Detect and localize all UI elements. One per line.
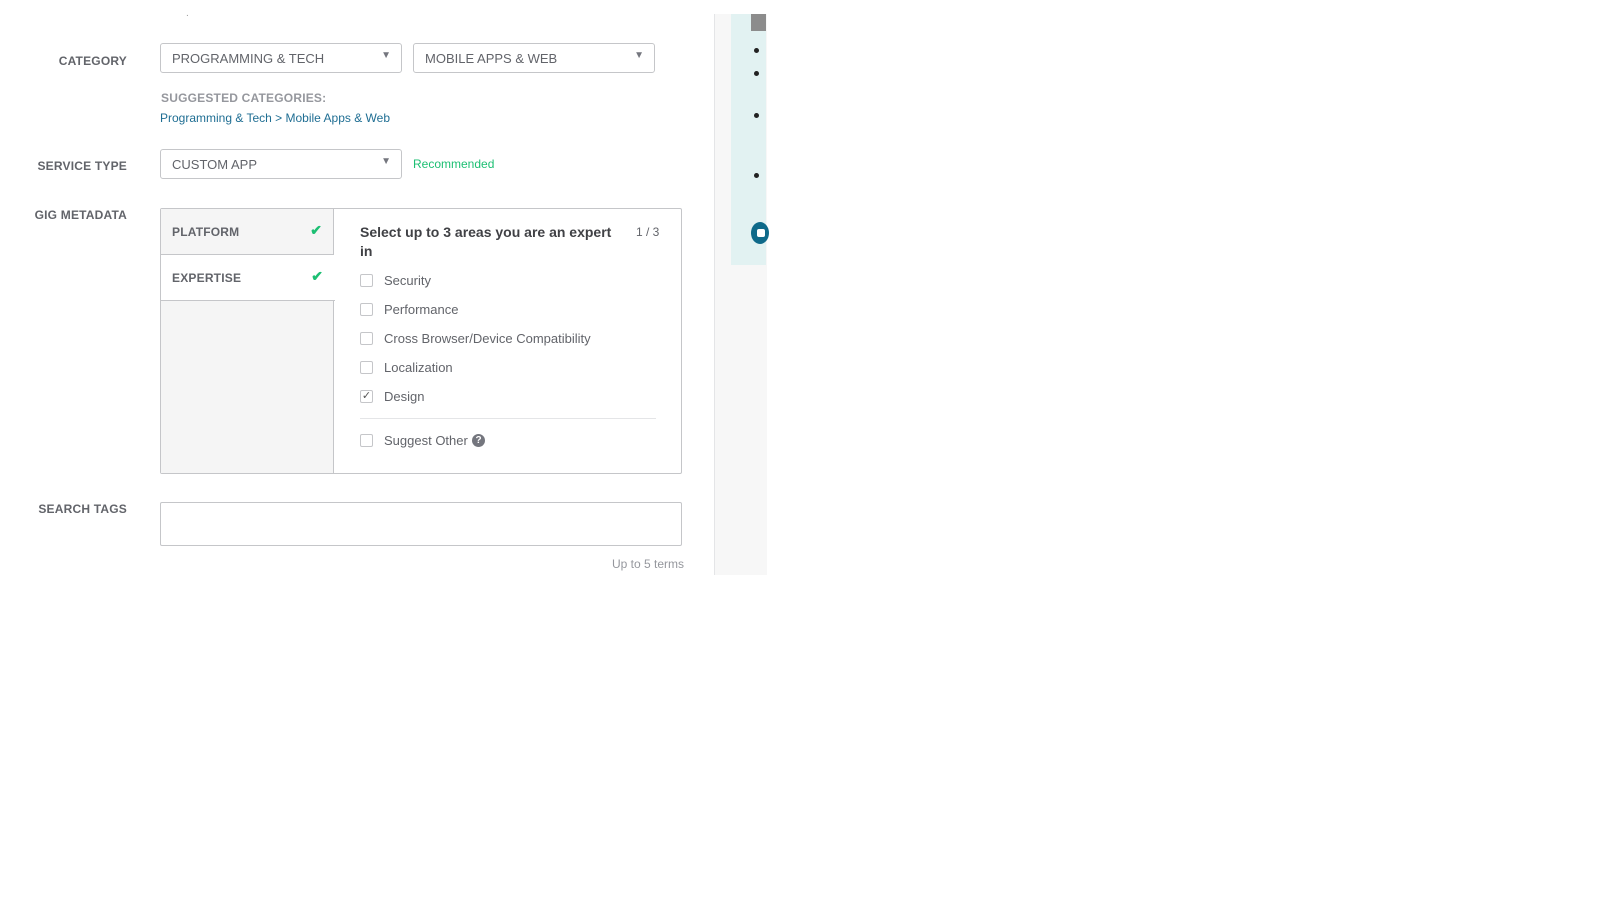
chevron-down-icon: ▼	[634, 50, 644, 61]
checkbox[interactable]	[360, 361, 373, 374]
top-fragment: .	[186, 8, 189, 19]
subcategory-select[interactable]: MOBILE APPS & WEB ▼	[413, 43, 655, 73]
bullet-icon	[754, 173, 759, 178]
checkbox-checked[interactable]: ✓	[360, 390, 373, 403]
checkbox[interactable]	[360, 303, 373, 316]
gig-metadata-label: GIG METADATA	[34, 208, 127, 222]
checkbox[interactable]	[360, 332, 373, 345]
play-icon[interactable]	[751, 222, 769, 244]
service-type-value: CUSTOM APP	[172, 157, 258, 172]
card-header-block	[751, 14, 766, 31]
bullet-icon	[754, 71, 759, 76]
search-tags-hint: Up to 5 terms	[611, 557, 684, 571]
help-icon[interactable]: ?	[472, 434, 485, 447]
bullet-icon	[754, 48, 759, 53]
option-label: Performance	[384, 302, 459, 317]
check-icon: ✔	[310, 222, 322, 238]
option-label: Cross Browser/Device Compatibility	[384, 331, 591, 346]
tab-expertise-label: EXPERTISE	[172, 271, 242, 285]
chevron-down-icon: ▼	[381, 50, 391, 61]
gig-metadata-panel: PLATFORM ✔ EXPERTISE ✔ Select up to 3 ar…	[160, 208, 682, 474]
subcategory-select-value: MOBILE APPS & WEB	[425, 51, 558, 66]
tab-expertise[interactable]: EXPERTISE ✔	[161, 255, 335, 301]
selection-count: 1 / 3	[636, 225, 660, 239]
category-label: CATEGORY	[58, 54, 127, 68]
recommended-hint: Recommended	[413, 157, 495, 171]
checkbox[interactable]	[360, 434, 373, 447]
option-label: Suggest Other	[384, 433, 468, 448]
option-label: Security	[384, 273, 431, 288]
category-select-value: PROGRAMMING & TECH	[172, 51, 325, 66]
bullet-icon	[754, 113, 759, 118]
chevron-down-icon: ▼	[381, 156, 391, 167]
tab-platform-label: PLATFORM	[172, 225, 240, 239]
service-type-select[interactable]: CUSTOM APP ▼	[160, 149, 402, 179]
option-label: Localization	[384, 360, 453, 375]
service-type-label: SERVICE TYPE	[37, 159, 127, 173]
option-label: Design	[384, 389, 425, 404]
metadata-heading: Select up to 3 areas you are an expert i…	[360, 224, 612, 259]
tab-platform[interactable]: PLATFORM ✔	[161, 209, 334, 255]
options-divider	[360, 418, 656, 419]
checkbox[interactable]	[360, 274, 373, 287]
suggested-category-link[interactable]: Programming & Tech > Mobile Apps & Web	[160, 111, 390, 125]
search-tags-input[interactable]	[160, 502, 682, 546]
search-tags-label: SEARCH TAGS	[38, 502, 127, 516]
check-icon: ✔	[311, 268, 323, 284]
category-select[interactable]: PROGRAMMING & TECH ▼	[160, 43, 402, 73]
suggested-categories-title: SUGGESTED CATEGORIES:	[161, 91, 327, 105]
